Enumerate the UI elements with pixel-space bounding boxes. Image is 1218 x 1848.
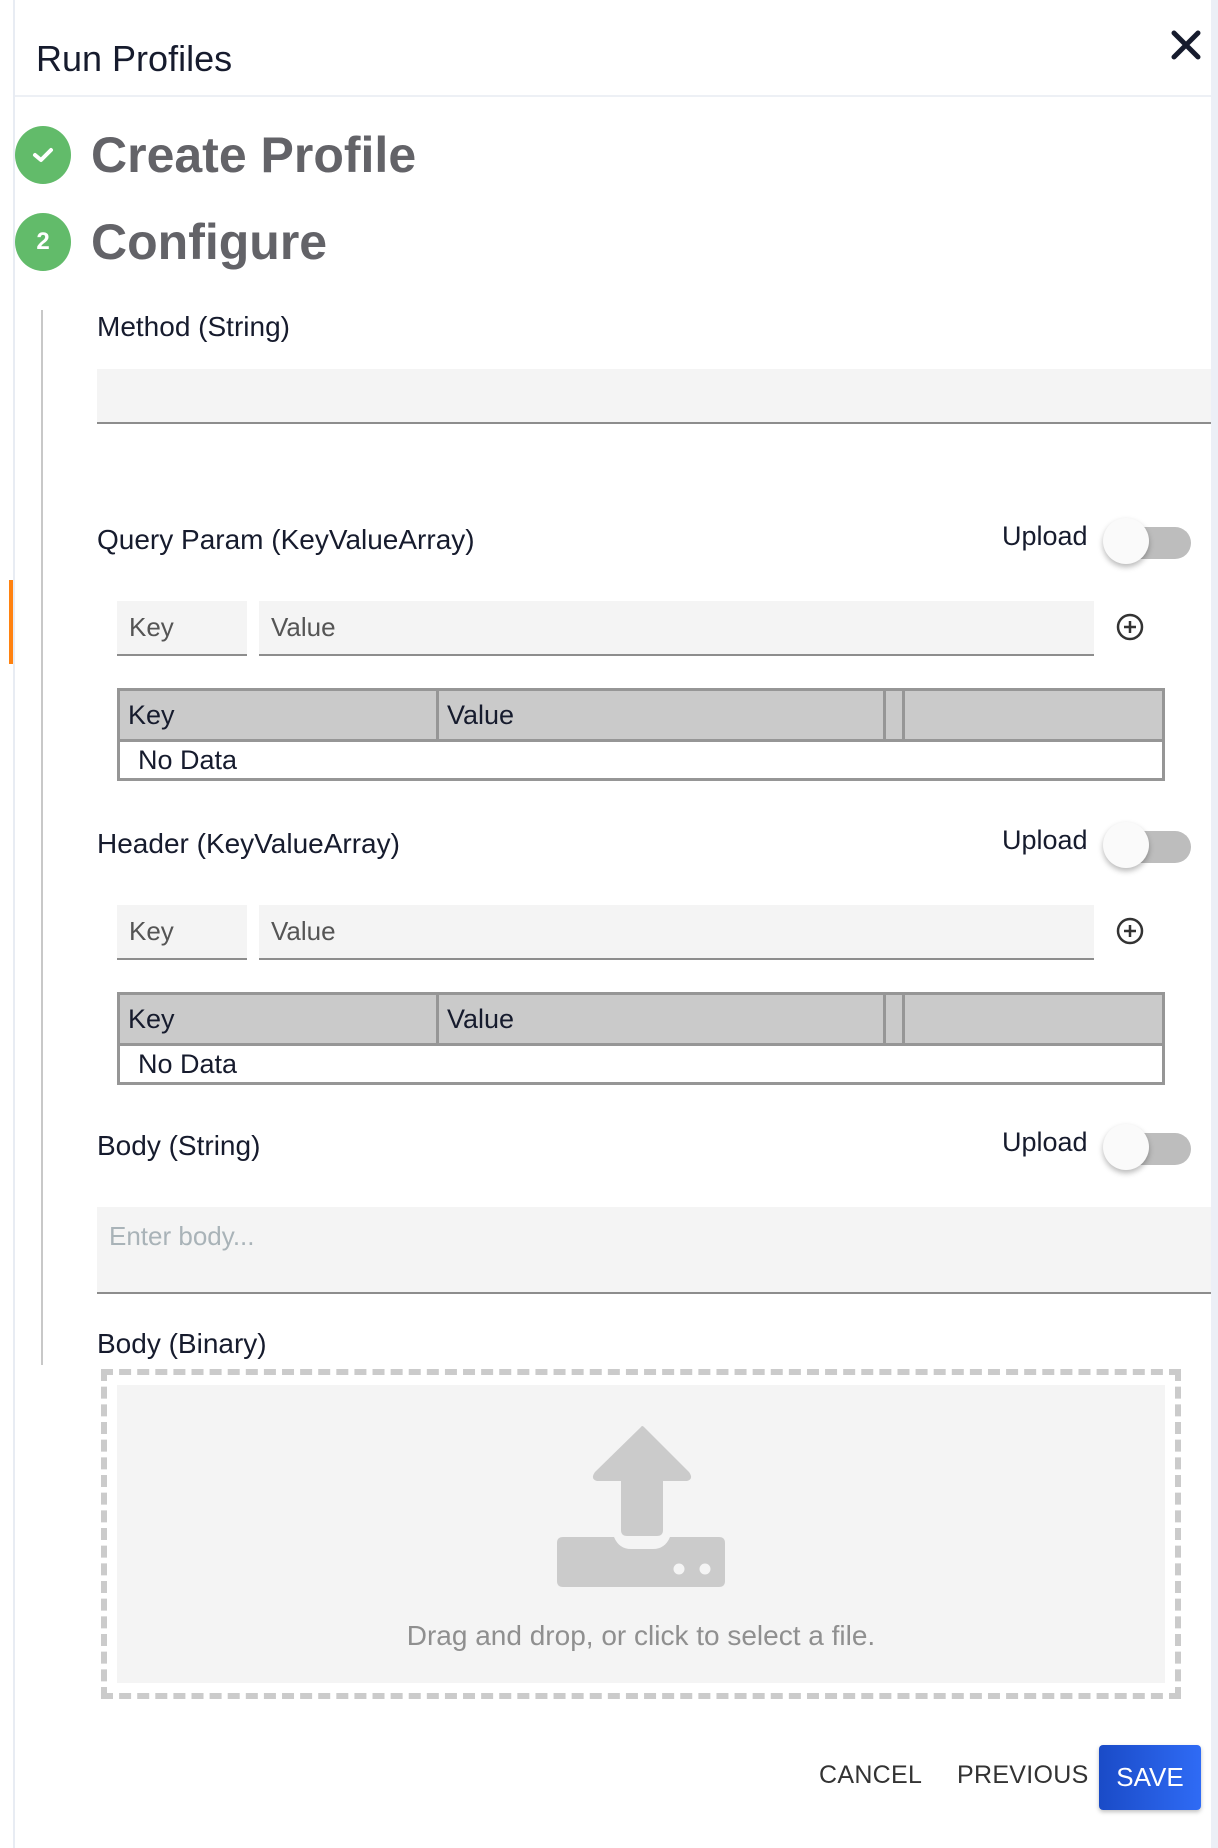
close-button[interactable] (1167, 26, 1205, 64)
header-key-input[interactable] (117, 905, 247, 960)
query-param-key-input[interactable] (117, 601, 247, 656)
column-header-value[interactable]: Value (436, 688, 886, 742)
active-indicator (9, 580, 13, 664)
column-header-blank (883, 688, 905, 742)
dialog-title: Run Profiles (36, 38, 233, 79)
header-upload-toggle[interactable] (1103, 822, 1191, 868)
body-string-upload-label: Upload (1002, 1127, 1088, 1157)
header-table: Key Value No Data (117, 992, 1165, 1085)
column-header-blank (883, 992, 905, 1046)
plus-circle-icon (1116, 613, 1144, 641)
step-configure: 2 Configure (15, 213, 327, 271)
body-string-label: Body (String) (97, 1130, 261, 1161)
step-number-badge: 2 (15, 213, 71, 271)
query-param-upload-toggle[interactable] (1103, 518, 1191, 564)
step-connector-line (41, 310, 43, 1365)
empty-table-message: No Data (117, 1043, 1165, 1085)
step-complete-badge (15, 126, 71, 184)
body-binary-label: Body (Binary) (97, 1328, 267, 1359)
header-label: Header (KeyValueArray) (97, 828, 400, 859)
method-label: Method (String) (97, 311, 290, 342)
body-string-upload-toggle[interactable] (1103, 1124, 1191, 1170)
upload-icon (557, 1426, 725, 1587)
check-icon (33, 148, 53, 162)
table-row: No Data (117, 739, 1165, 781)
dialog-header: Run Profiles (15, 0, 1211, 97)
table-header-row: Key Value (117, 688, 1165, 742)
header-value-input[interactable] (259, 905, 1094, 960)
toggle-thumb (1103, 1124, 1149, 1170)
table-header-row: Key Value (117, 992, 1165, 1046)
query-param-upload-label: Upload (1002, 521, 1088, 551)
close-icon (1171, 30, 1201, 60)
header-add-button[interactable] (1115, 916, 1145, 946)
cancel-button[interactable]: CANCEL (813, 1760, 928, 1791)
query-param-table: Key Value No Data (117, 688, 1165, 781)
body-string-input[interactable] (97, 1207, 1211, 1294)
table-row: No Data (117, 1043, 1165, 1085)
toggle-thumb (1103, 822, 1149, 868)
header-upload-label: Upload (1002, 825, 1088, 855)
file-dropzone[interactable]: Drag and drop, or click to select a file… (101, 1369, 1181, 1699)
plus-circle-icon (1116, 917, 1144, 945)
column-header-value[interactable]: Value (436, 992, 886, 1046)
dropzone-area: Drag and drop, or click to select a file… (117, 1385, 1165, 1683)
dropzone-instructions: Drag and drop, or click to select a file… (406, 1620, 876, 1651)
step-label: Configure (91, 214, 328, 270)
query-param-add-button[interactable] (1115, 612, 1145, 642)
column-header-key[interactable]: Key (117, 688, 439, 742)
step-create-profile: Create Profile (15, 126, 416, 184)
method-input[interactable] (97, 369, 1211, 424)
query-param-label: Query Param (KeyValueArray) (97, 524, 475, 555)
toggle-thumb (1103, 518, 1149, 564)
step-label: Create Profile (91, 127, 417, 183)
column-header-key[interactable]: Key (117, 992, 439, 1046)
column-header-actions (902, 992, 1165, 1046)
column-header-actions (902, 688, 1165, 742)
previous-button[interactable]: PREVIOUS (951, 1760, 1095, 1791)
empty-table-message: No Data (117, 739, 1165, 781)
panel-left-border (13, 0, 15, 1848)
scrollbar-track[interactable] (1211, 0, 1218, 1848)
save-button[interactable]: SAVE (1099, 1745, 1201, 1810)
query-param-value-input[interactable] (259, 601, 1094, 656)
